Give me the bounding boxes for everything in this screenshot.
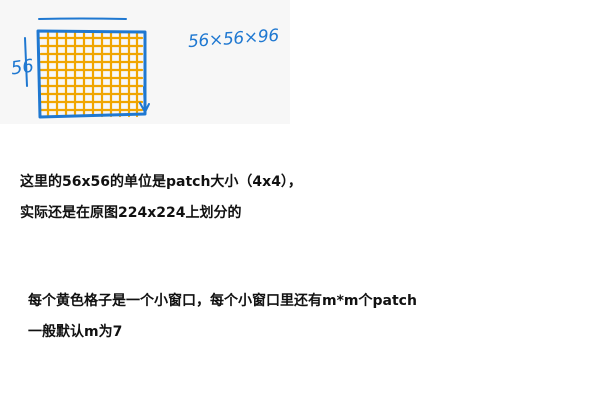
arrow-mark [139,86,150,113]
note-line-4: 一般默认m为7 [28,324,123,340]
note-line-2: 实际还是在原图224x224上划分的 [20,205,242,221]
note-line-1: 这里的56x56的单位是patch大小（4x4）， [20,174,302,190]
grid-lines [38,31,144,118]
note-line-3: 每个黄色格子是一个小窗口，每个小窗口里还有m*m个patch [28,293,417,309]
width-mark [38,17,127,20]
grid-size-label: 56 [9,55,36,80]
sketch-area: 56 56×56×96 [0,0,290,124]
window-grid-sketch [24,17,150,119]
